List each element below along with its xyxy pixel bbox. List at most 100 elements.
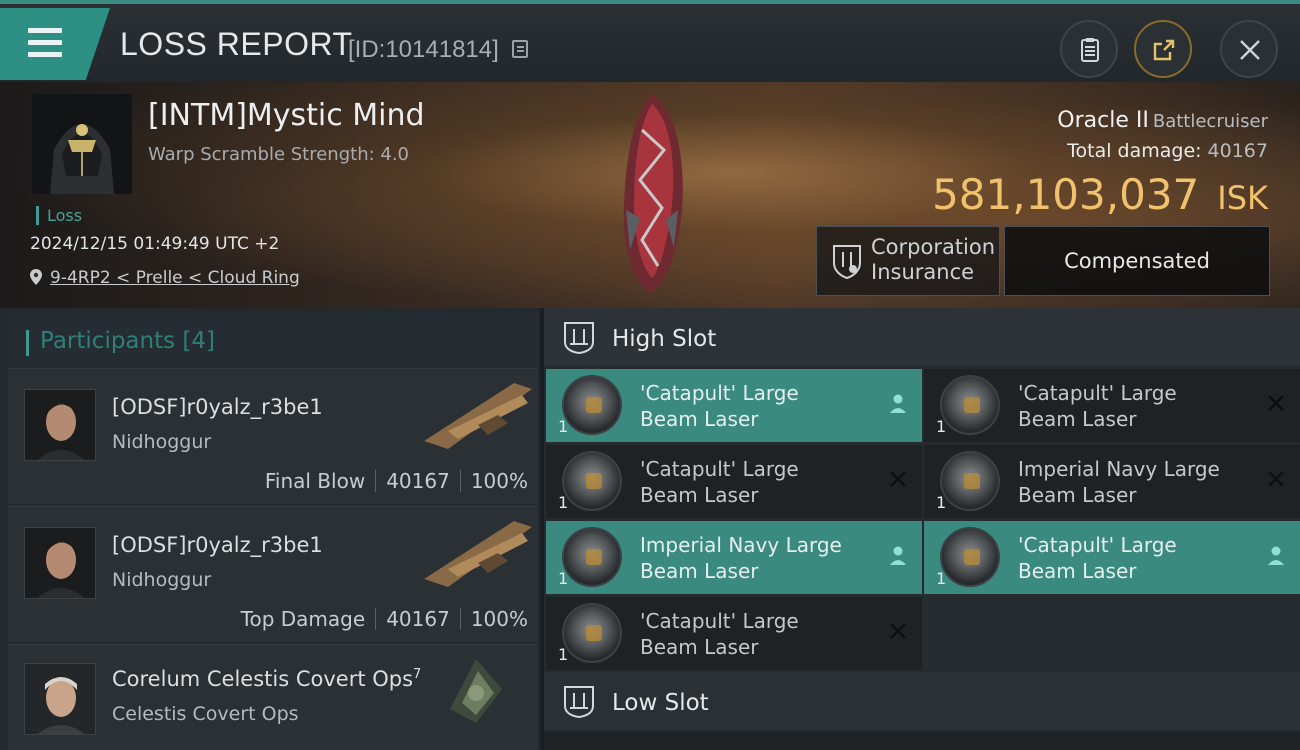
loss-summary-panel: [INTM]Mystic Mind Warp Scramble Strength…	[0, 82, 1300, 308]
loss-badge: Loss	[36, 206, 82, 225]
module-quantity: 1	[936, 493, 947, 512]
module-item[interactable]: 1 Imperial Navy Large Beam Laser	[924, 445, 1300, 518]
menu-icon-line	[28, 40, 62, 45]
pilot-avatar-image	[25, 664, 95, 734]
participants-panel: Participants [4] [ODSF]r0yalz_r3be1 Nidh…	[0, 308, 540, 750]
helmet-portrait-image	[32, 94, 132, 194]
ship-class: Battlecruiser	[1152, 111, 1268, 132]
module-name: Imperial Navy Large Beam Laser	[640, 532, 842, 584]
module-name-line-2: Beam Laser	[640, 559, 759, 583]
module-name-line-2: Beam Laser	[1018, 407, 1137, 431]
victim-portrait[interactable]	[32, 94, 132, 194]
high-slot-icon	[564, 322, 594, 354]
module-name: 'Catapult' Large Beam Laser	[640, 608, 799, 660]
victim-name: [INTM]Mystic Mind	[148, 98, 425, 133]
module-name: 'Catapult' Large Beam Laser	[640, 380, 799, 432]
module-quantity: 1	[558, 417, 569, 436]
insurance-line-2: Insurance	[871, 260, 975, 284]
low-slot-list-peek[interactable]	[544, 732, 1300, 750]
ship-type: Oracle II	[1057, 108, 1149, 133]
report-id: [ID:10141814]	[348, 36, 499, 63]
participant-avatar[interactable]	[24, 663, 96, 735]
menu-button[interactable]	[0, 8, 110, 80]
menu-icon-line	[28, 52, 62, 57]
module-name-line-1: Imperial Navy Large	[1018, 457, 1220, 481]
fitting-panel: High Slot 1 'Catapult' Large Beam Laser 1…	[544, 308, 1300, 750]
laser-module-icon	[940, 527, 1000, 587]
participant-ship-image	[450, 659, 502, 723]
module-quantity: 1	[936, 569, 947, 588]
location-pin-icon	[30, 269, 42, 285]
copy-icon[interactable]	[512, 40, 528, 58]
module-quantity: 1	[558, 569, 569, 588]
clipboard-icon	[1081, 38, 1099, 62]
laser-module-icon	[562, 527, 622, 587]
pilot-avatar-image	[25, 528, 95, 598]
participant-row[interactable]: [ODSF]r0yalz_r3be1 Nidhoggur Final Blow 4…	[8, 368, 538, 504]
share-icon	[1153, 39, 1175, 61]
laser-module-icon	[562, 451, 622, 511]
module-name: Imperial Navy Large Beam Laser	[1018, 456, 1220, 508]
stats-divider	[459, 470, 461, 492]
isk-unit: ISK	[1217, 179, 1268, 217]
insurance-line-1: Corporation	[871, 235, 996, 259]
participants-title: Participants [4]	[40, 328, 215, 354]
warp-scramble-strength: Warp Scramble Strength: 4.0	[148, 144, 410, 165]
share-button[interactable]	[1134, 20, 1192, 78]
laser-module-icon	[562, 603, 622, 663]
participants-header: Participants [4]	[8, 312, 538, 368]
loss-location[interactable]: 9-4RP2 < Prelle < Cloud Ring	[30, 268, 300, 288]
ship-image[interactable]	[612, 90, 692, 295]
participant-row[interactable]: [ODSF]r0yalz_r3be1 Nidhoggur Top Damage 4…	[8, 506, 538, 642]
module-name: 'Catapult' Large Beam Laser	[640, 456, 799, 508]
location-link[interactable]: 9-4RP2 < Prelle < Cloud Ring	[50, 268, 300, 288]
module-name-line-2: Beam Laser	[640, 407, 759, 431]
participant-ship-image	[424, 521, 532, 587]
pilot-avatar-image	[25, 390, 95, 460]
insurance-label: Corporation Insurance	[871, 235, 995, 285]
total-damage-label: Total damage:	[1067, 140, 1202, 162]
corporation-insurance[interactable]: Corporation Insurance	[816, 226, 1000, 296]
laser-module-icon	[940, 375, 1000, 435]
participant-damage: 40167	[386, 469, 450, 493]
module-item[interactable]: 1 'Catapult' Large Beam Laser	[546, 597, 922, 670]
compensated-button[interactable]: Compensated	[1004, 226, 1270, 296]
module-quantity: 1	[936, 417, 947, 436]
participant-role: Final Blow	[264, 469, 366, 493]
participant-avatar[interactable]	[24, 389, 96, 461]
insurance-shield-icon	[833, 245, 861, 279]
destroyed-x-icon	[890, 623, 906, 639]
module-item[interactable]: 1 'Catapult' Large Beam Laser	[546, 369, 922, 442]
participant-name-sup: 7	[413, 667, 422, 682]
stats-divider	[459, 608, 461, 630]
module-item[interactable]: 1 'Catapult' Large Beam Laser	[924, 369, 1300, 442]
accent-bar	[26, 330, 29, 356]
module-name: 'Catapult' Large Beam Laser	[1018, 380, 1177, 432]
module-name-line-1: 'Catapult' Large	[640, 457, 799, 481]
module-name-line-1: Imperial Navy Large	[640, 533, 842, 557]
module-item[interactable]: 1 Imperial Navy Large Beam Laser	[546, 521, 922, 594]
laser-module-icon	[940, 451, 1000, 511]
destroyed-x-icon	[1268, 471, 1284, 487]
participant-row[interactable]: Corelum Celestis Covert Ops7 Celestis Co…	[8, 644, 538, 750]
clipboard-button[interactable]	[1060, 20, 1118, 78]
module-item[interactable]: 1 'Catapult' Large Beam Laser	[546, 445, 922, 518]
participant-avatar[interactable]	[24, 527, 96, 599]
participant-damage: 40167	[386, 607, 450, 631]
laser-module-icon	[562, 375, 622, 435]
module-item[interactable]: 1 'Catapult' Large Beam Laser	[924, 521, 1300, 594]
page-title: LOSS REPORT	[120, 26, 353, 62]
participant-percent: 100%	[470, 469, 528, 493]
close-button[interactable]	[1220, 20, 1278, 78]
total-damage: Total damage: 40167	[1067, 140, 1268, 162]
module-name-line-2: Beam Laser	[1018, 483, 1137, 507]
close-icon	[1240, 40, 1260, 60]
module-quantity: 1	[558, 645, 569, 664]
participant-ship: Celestis Covert Ops	[112, 703, 299, 725]
stats-divider	[375, 470, 377, 492]
destroyed-x-icon	[890, 471, 906, 487]
participant-ship: Nidhoggur	[112, 569, 212, 591]
participant-ship: Nidhoggur	[112, 431, 212, 453]
header-bar: LOSS REPORT [ID:10141814]	[0, 0, 1300, 82]
module-name-line-1: 'Catapult' Large	[1018, 381, 1177, 405]
